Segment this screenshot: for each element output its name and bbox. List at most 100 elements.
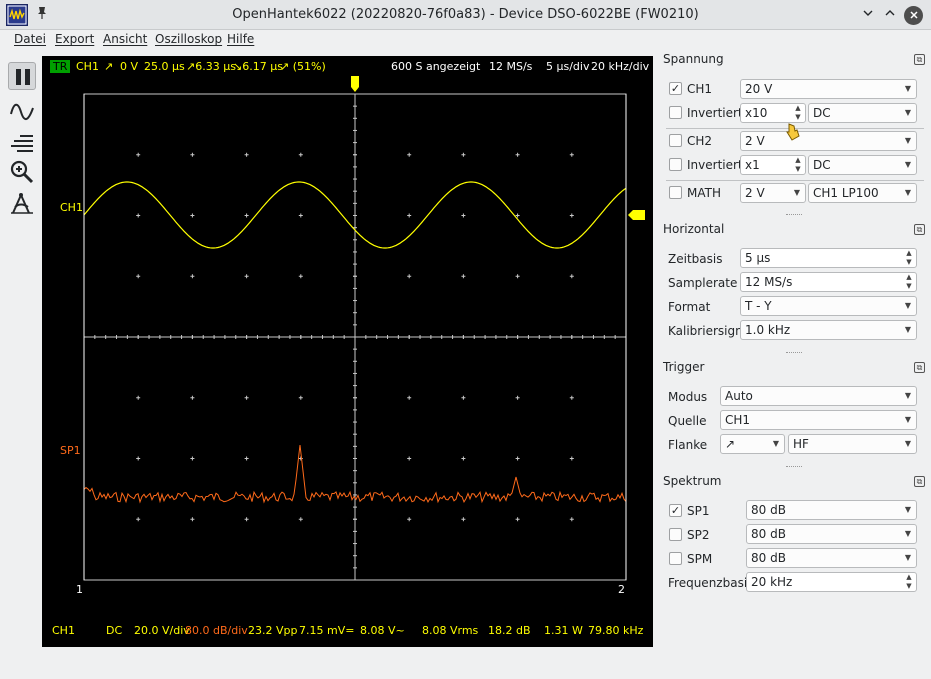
window-title: OpenHantek6022 (20220820-76f0a83) - Devi… [232, 7, 699, 22]
divider [666, 180, 924, 181]
resize-grip[interactable] [786, 352, 802, 354]
close-icon[interactable] [904, 6, 923, 25]
freqbase-readout: 20 kHz/div [591, 60, 650, 73]
quelle-label: Quelle [668, 414, 707, 428]
resize-grip[interactable] [786, 466, 802, 468]
bottom-watt: 1.31 W [544, 624, 583, 637]
horizontal-title: Horizontal [663, 222, 725, 236]
probe1-value: x10 [745, 106, 768, 120]
float-icon[interactable]: ⧉ [914, 54, 925, 65]
sp1-marker: SP1 [60, 444, 81, 457]
spin-arrows-icon[interactable]: ▲ ▼ [904, 273, 914, 291]
zeitbasis-spin[interactable]: 5 µs ▲ ▼ [740, 248, 917, 268]
menu-ansicht[interactable]: Ansicht [103, 32, 147, 46]
filter-select[interactable]: HF ▼ [788, 434, 917, 454]
menu-hilfe[interactable]: Hilfe [227, 32, 254, 46]
math-checkbox[interactable] [669, 186, 682, 199]
menu-datei[interactable]: Datei [14, 32, 46, 46]
pause-icon[interactable] [8, 62, 36, 90]
chevron-down-icon: ▼ [904, 391, 911, 400]
frequenzbasis-spin[interactable]: 20 kHz ▲ ▼ [746, 572, 917, 592]
modus-select[interactable]: Auto ▼ [720, 386, 917, 406]
flanke-select[interactable]: ↗ ▼ [720, 434, 785, 454]
waveform-icon[interactable] [8, 98, 36, 126]
frequenzbasis-label: Frequenzbasis [668, 576, 754, 590]
math-label: MATH [687, 186, 721, 200]
spin-arrows-icon[interactable]: ▲ ▼ [904, 249, 914, 267]
top-slope: ↗ [104, 60, 114, 73]
coupling1-value: DC [813, 106, 831, 120]
quelle-value: CH1 [725, 413, 751, 427]
sp1-db-select[interactable]: 80 dB ▼ [746, 500, 917, 520]
measure-icon[interactable] [8, 190, 36, 218]
coupling1-select[interactable]: DC ▼ [808, 103, 917, 123]
sp2-checkbox[interactable] [669, 528, 682, 541]
zoom-icon[interactable] [8, 158, 36, 186]
probe2-spin[interactable]: x1 ▲ ▼ [740, 155, 806, 175]
ch1-volt-select[interactable]: 20 V ▼ [740, 79, 917, 99]
modus-label: Modus [668, 390, 708, 404]
scope-display[interactable]: TR CH1 ↗ 0 V 25.0 µs ↗6.33 µs ↘6.17 µs ↗… [42, 56, 653, 647]
format-value: T - Y [745, 299, 772, 313]
ch1-marker: CH1 [60, 201, 83, 214]
sp1-db-value: 80 dB [751, 503, 786, 517]
menu-oszilloskop[interactable]: Oszilloskop [155, 32, 222, 46]
spin-arrows-icon[interactable]: ▲ ▼ [793, 156, 803, 174]
sp1-checkbox[interactable]: ✓ [669, 504, 682, 517]
settings-panel: Spannung ⧉ ✓ CH1 20 V ▼ Invertiert x10 ▲ ▼ … [658, 50, 931, 679]
format-select[interactable]: T - Y ▼ [740, 296, 917, 316]
spm-db-select[interactable]: 80 dB ▼ [746, 548, 917, 568]
chevron-down-icon: ▼ [793, 188, 800, 197]
spm-checkbox[interactable] [669, 552, 682, 565]
scope-graph[interactable] [42, 56, 653, 647]
samplerate-spin[interactable]: 12 MS/s ▲ ▼ [740, 272, 917, 292]
invert2-checkbox[interactable] [669, 158, 682, 171]
maximize-icon[interactable] [880, 5, 900, 25]
spin-arrows-icon[interactable]: ▲ ▼ [793, 104, 803, 122]
float-icon[interactable]: ⧉ [914, 476, 925, 487]
timebase-readout: 5 µs/div [546, 60, 590, 73]
invert1-checkbox[interactable] [669, 106, 682, 119]
format-label: Format [668, 300, 711, 314]
chevron-down-icon: ▼ [904, 415, 911, 424]
samples-shown: 600 S angezeigt [391, 60, 481, 73]
top-channel: CH1 [76, 60, 99, 73]
spm-label: SPM [687, 552, 713, 566]
probe1-spin[interactable]: x10 ▲ ▼ [740, 103, 806, 123]
menu-export[interactable]: Export [55, 32, 94, 46]
float-icon[interactable]: ⧉ [914, 362, 925, 373]
bottom-channel: CH1 [52, 624, 75, 637]
spin-arrows-icon[interactable]: ▲ ▼ [904, 573, 914, 591]
trigger-title: Trigger [663, 360, 705, 374]
bottom-vdiv: 20.0 V/div [134, 624, 190, 637]
sp2-db-value: 80 dB [751, 527, 786, 541]
quelle-select[interactable]: CH1 ▼ [720, 410, 917, 430]
sp2-db-select[interactable]: 80 dB ▼ [746, 524, 917, 544]
cursor-2-label: 2 [618, 583, 625, 596]
ch1-checkbox[interactable]: ✓ [669, 82, 682, 95]
minimize-icon[interactable] [858, 5, 878, 25]
lines-icon[interactable] [8, 128, 36, 156]
spektrum-title: Spektrum [663, 474, 722, 488]
chevron-down-icon: ▼ [904, 325, 911, 334]
ch1-label: CH1 [687, 82, 713, 96]
chevron-down-icon: ▼ [904, 84, 911, 93]
invert2-label: Invertiert [687, 158, 743, 172]
float-icon[interactable]: ⧉ [914, 224, 925, 235]
coupling2-select[interactable]: DC ▼ [808, 155, 917, 175]
ch2-checkbox[interactable] [669, 134, 682, 147]
spm-db-value: 80 dB [751, 551, 786, 565]
math-volt-select[interactable]: 2 V ▼ [740, 183, 806, 203]
modus-value: Auto [725, 389, 753, 403]
top-rise: ↗6.33 µs [186, 60, 236, 73]
flanke-label: Flanke [668, 438, 708, 452]
kalibrier-select[interactable]: 1.0 kHz ▼ [740, 320, 917, 340]
resize-grip[interactable] [786, 214, 802, 216]
bottom-db: 18.2 dB [488, 624, 531, 637]
math-mode-select[interactable]: CH1 LP100 ▼ [808, 183, 917, 203]
ch2-volt-select[interactable]: 2 V ▼ [740, 131, 917, 151]
chevron-down-icon: ▼ [904, 108, 911, 117]
bottom-vac: 8.08 V~ [360, 624, 405, 637]
sp2-label: SP2 [687, 528, 710, 542]
top-duty: ↗ (51%) [280, 60, 326, 73]
